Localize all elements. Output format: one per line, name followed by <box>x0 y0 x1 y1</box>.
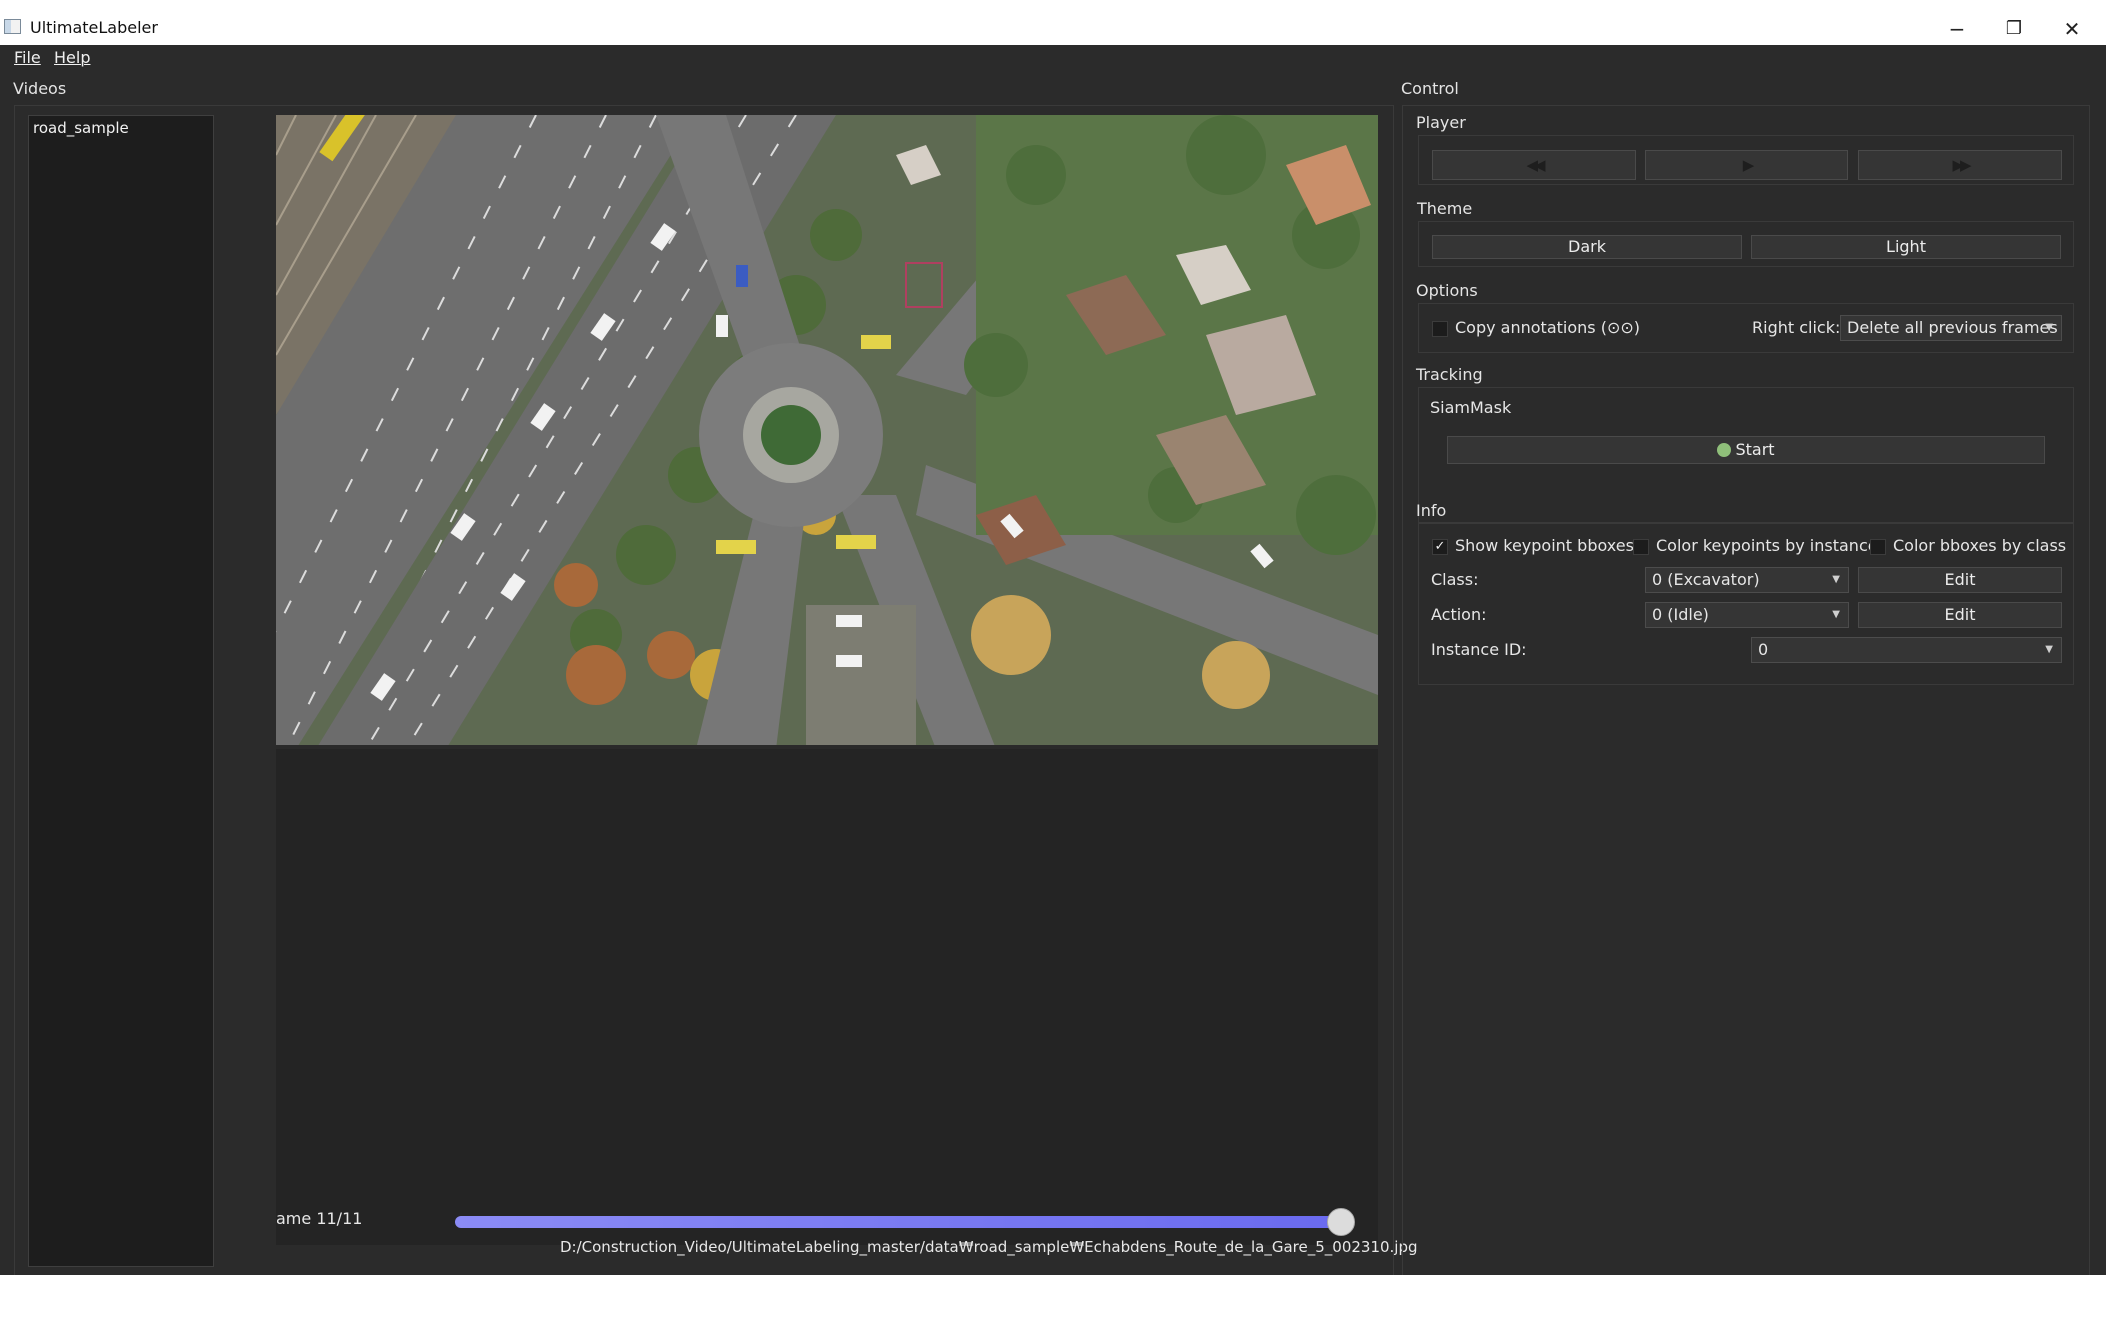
file-path: D:/Construction_Video/UltimateLabeling_m… <box>560 1238 1418 1256</box>
menu-help[interactable]: Help <box>54 48 90 67</box>
class-select-value: 0 (Excavator) <box>1652 570 1760 589</box>
player-group-title: Player <box>1416 113 1466 132</box>
close-button[interactable]: ✕ <box>2057 14 2087 44</box>
app-icon <box>4 19 21 34</box>
menu-file[interactable]: File <box>14 48 41 67</box>
maximize-button[interactable]: ❐ <box>1999 14 2029 44</box>
copy-annotations-checkbox[interactable] <box>1432 321 1448 337</box>
options-group-title: Options <box>1416 281 1478 300</box>
menu-bar: File Help <box>0 45 2106 69</box>
play-icon: ▶ <box>1742 156 1754 174</box>
main-window: File Help Videos road_sample ame 11/11 D… <box>0 45 2106 1325</box>
frame-slider[interactable] <box>455 1207 1367 1237</box>
videos-dock-title: Videos <box>13 79 67 98</box>
info-group-title: Info <box>1416 501 1447 520</box>
right-click-select[interactable]: Delete all previous frames ▼ <box>1840 315 2062 341</box>
frame-slider-track[interactable] <box>455 1216 1345 1228</box>
edit-class-button[interactable]: Edit <box>1858 567 2062 593</box>
start-icon <box>1717 443 1732 457</box>
instance-id-select-value: 0 <box>1758 640 1769 659</box>
frame-counter: ame 11/11 <box>276 1209 363 1228</box>
chevron-down-icon: ▼ <box>2045 322 2053 333</box>
color-keypoints-checkbox[interactable] <box>1633 539 1649 555</box>
action-label: Action: <box>1431 605 1487 624</box>
desktop-background <box>0 1275 2106 1325</box>
video-list[interactable]: road_sample <box>28 115 214 1267</box>
fast-forward-icon: ▶▶ <box>1952 156 1971 174</box>
tracking-group-title: Tracking <box>1416 365 1483 384</box>
frame-slider-handle[interactable] <box>1327 1208 1355 1236</box>
image-viewer <box>276 115 1378 1245</box>
class-select[interactable]: 0 (Excavator) ▼ <box>1645 567 1849 593</box>
edit-action-button[interactable]: Edit <box>1858 602 2062 628</box>
chevron-down-icon: ▼ <box>1832 574 1840 585</box>
video-item-road-sample[interactable]: road_sample <box>33 119 129 137</box>
copy-annotations-label: Copy annotations (⊙⊙) <box>1455 318 1640 337</box>
show-keypoint-bboxes-label: Show keypoint bboxes <box>1455 536 1634 555</box>
control-dock-title: Control <box>1401 79 1459 98</box>
dark-theme-button[interactable]: Dark <box>1432 235 1742 259</box>
play-button[interactable]: ▶ <box>1645 150 1848 180</box>
color-bboxes-label: Color bboxes by class <box>1893 536 2067 555</box>
start-tracking-button[interactable]: Start <box>1447 436 2045 464</box>
action-select-value: 0 (Idle) <box>1652 605 1709 624</box>
color-keypoints-label: Color keypoints by instance <box>1656 536 1878 555</box>
theme-group-title: Theme <box>1417 199 1473 218</box>
color-bboxes-checkbox[interactable] <box>1870 539 1886 555</box>
tracker-name: SiamMask <box>1430 398 1512 417</box>
instance-id-select[interactable]: 0 ▼ <box>1751 637 2062 663</box>
show-keypoint-bboxes-checkbox[interactable]: ✓ <box>1432 539 1448 555</box>
right-click-label: Right click: <box>1752 318 1841 337</box>
rewind-icon: ◀◀ <box>1526 156 1545 174</box>
light-theme-button[interactable]: Light <box>1751 235 2061 259</box>
control-dock <box>1402 105 2090 1325</box>
action-select[interactable]: 0 (Idle) ▼ <box>1645 602 1849 628</box>
start-tracking-label: Start <box>1735 440 1775 459</box>
next-frame-button[interactable]: ▶▶ <box>1858 150 2062 180</box>
chevron-down-icon: ▼ <box>1832 609 1840 620</box>
instance-id-label: Instance ID: <box>1431 640 1527 659</box>
window-title: UltimateLabeler <box>30 18 158 37</box>
title-bar: UltimateLabeler − ❐ ✕ <box>0 0 2106 45</box>
previous-frame-button[interactable]: ◀◀ <box>1432 150 1636 180</box>
class-label: Class: <box>1431 570 1479 589</box>
minimize-button[interactable]: − <box>1942 14 1972 44</box>
chevron-down-icon: ▼ <box>2045 644 2053 655</box>
frame-image[interactable] <box>276 115 1378 749</box>
right-click-select-value: Delete all previous frames <box>1847 318 2058 337</box>
